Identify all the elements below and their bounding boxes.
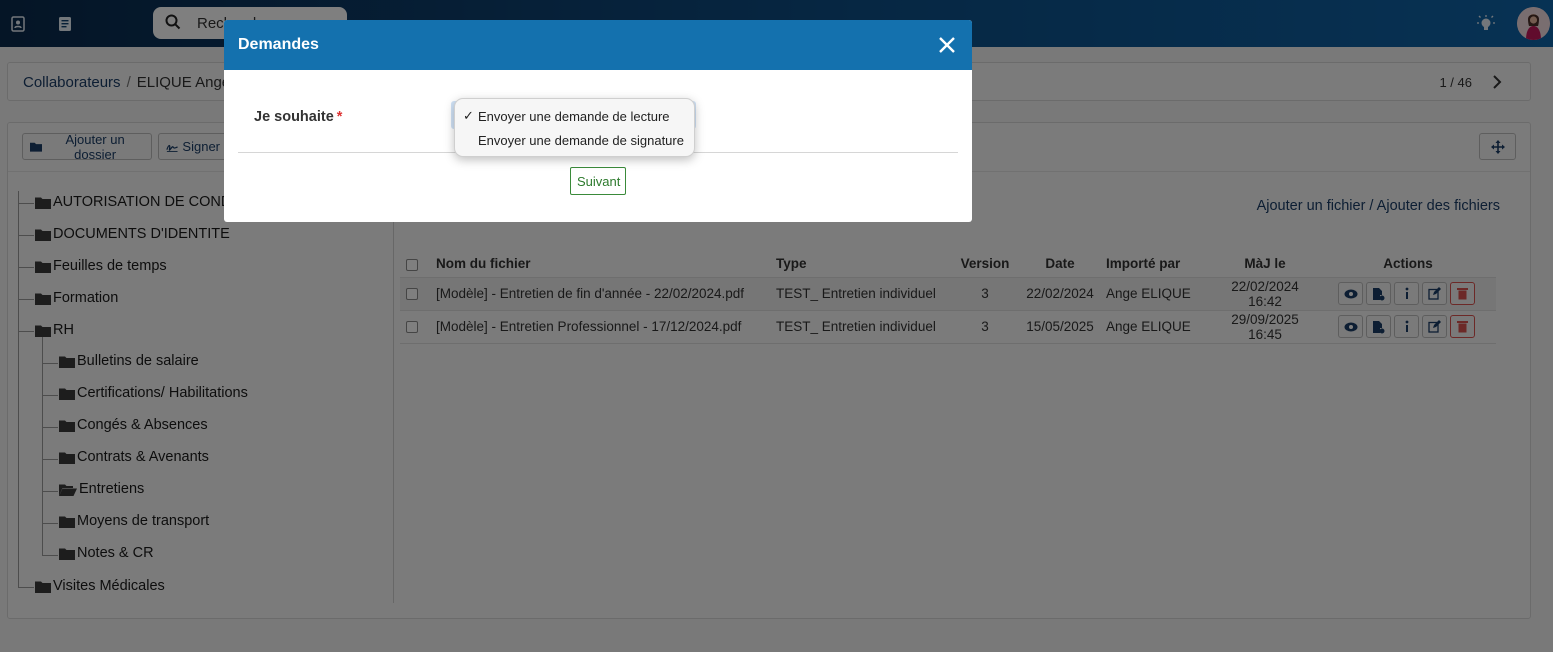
required-mark: * — [336, 109, 343, 125]
option-read-request[interactable]: ✓ Envoyer une demande de lecture — [455, 105, 694, 127]
request-type-dropdown: ✓ Envoyer une demande de lecture Envoyer… — [454, 98, 695, 157]
next-button[interactable]: Suivant — [570, 167, 626, 195]
request-type-label: Je souhaite * — [254, 109, 343, 125]
modal-header: Demandes — [224, 20, 972, 70]
option-signature-request[interactable]: Envoyer une demande de signature — [455, 129, 694, 151]
checkmark-icon: ✓ — [463, 108, 474, 123]
close-icon[interactable] — [938, 36, 956, 54]
modal-title: Demandes — [238, 36, 319, 53]
